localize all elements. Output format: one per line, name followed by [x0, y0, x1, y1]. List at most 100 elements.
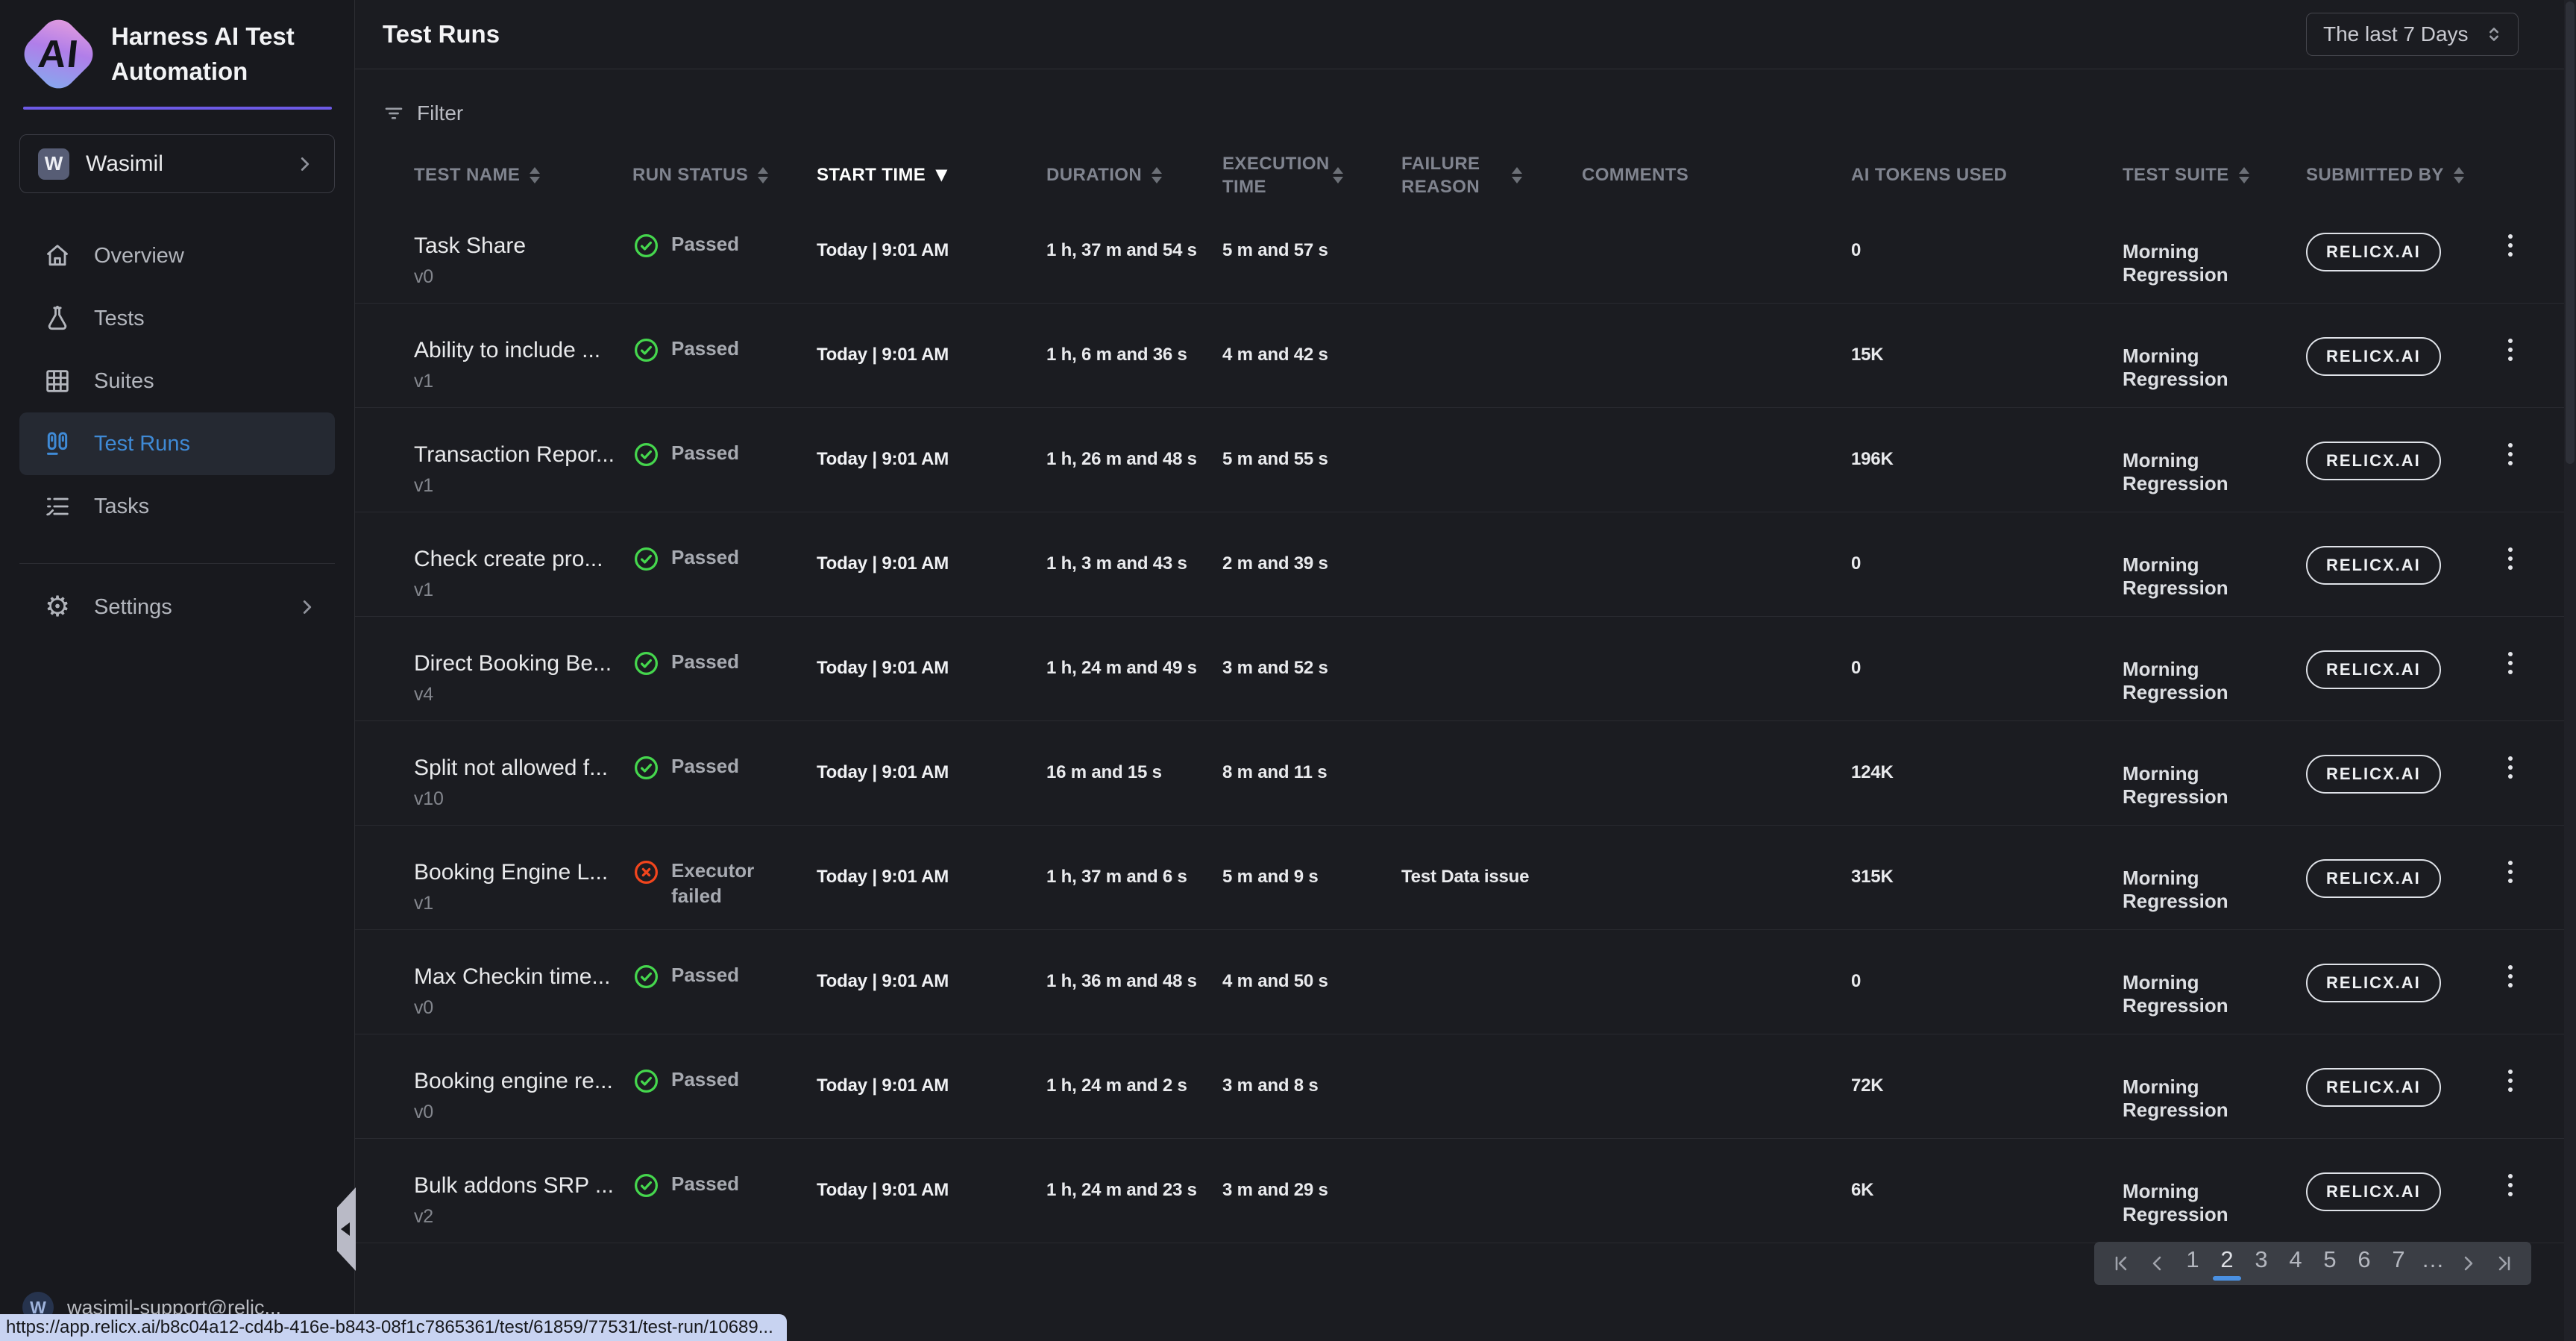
passed-check-icon — [632, 754, 660, 782]
filter-label: Filter — [417, 101, 463, 125]
status-label: Passed — [671, 650, 739, 675]
table-row[interactable]: Bulk addons SRP ... v2 Passed Today | 9:… — [355, 1139, 2576, 1243]
cell-submitted-by: RELICX.AI — [2306, 512, 2484, 616]
cell-test-name[interactable]: Direct Booking Be... v4 — [414, 617, 632, 720]
test-version: v0 — [414, 1102, 632, 1123]
kebab-menu-icon[interactable] — [2501, 652, 2519, 674]
first-page-button[interactable] — [2105, 1242, 2139, 1285]
status-icon — [632, 1067, 660, 1095]
prev-page-button[interactable] — [2140, 1242, 2175, 1285]
table-row[interactable]: Booking Engine L... v1 Executor failed T… — [355, 826, 2576, 930]
cell-test-suite: Morning Regression — [2123, 930, 2306, 1034]
page-number-button[interactable]: 4 — [2279, 1246, 2312, 1281]
column-header[interactable]: SUBMITTED BY ▼ — [2306, 163, 2484, 186]
sidebar-item-tasks[interactable]: Tasks — [19, 475, 335, 538]
cell-test-name[interactable]: Max Checkin time... v0 — [414, 930, 632, 1034]
cell-test-name[interactable]: Ability to include ... v1 — [414, 304, 632, 407]
submitted-by-badge: RELICX.AI — [2306, 1068, 2441, 1107]
cell-test-name[interactable]: Bulk addons SRP ... v2 — [414, 1139, 632, 1243]
column-header[interactable]: TEST SUITE ▼ — [2123, 163, 2306, 186]
workspace-name: Wasimil — [86, 151, 277, 177]
cell-duration: 16 m and 15 s — [1046, 721, 1222, 825]
sidebar-item-tests[interactable]: Tests — [19, 287, 335, 350]
test-name: Bulk addons SRP ... — [414, 1173, 632, 1199]
kebab-menu-icon[interactable] — [2501, 1174, 2519, 1196]
sidebar-item-settings[interactable]: ⚙ Settings — [19, 576, 335, 638]
cell-test-name[interactable]: Split not allowed f... v10 — [414, 721, 632, 825]
table-row[interactable]: Direct Booking Be... v4 Passed Today | 9… — [355, 617, 2576, 721]
page-number-button[interactable]: 2 — [2211, 1246, 2243, 1281]
kebab-menu-icon[interactable] — [2501, 443, 2519, 465]
cell-test-name[interactable]: Transaction Repor... v1 — [414, 408, 632, 512]
last-page-button[interactable] — [2487, 1242, 2521, 1285]
cell-test-name[interactable]: Booking Engine L... v1 — [414, 826, 632, 929]
table-row[interactable]: Check create pro... v1 Passed Today | 9:… — [355, 512, 2576, 617]
scrollbar-thumb[interactable] — [2566, 1, 2575, 464]
cell-actions — [2484, 617, 2576, 720]
filter-icon — [383, 102, 405, 125]
cell-failure-reason — [1401, 617, 1582, 720]
date-range-select[interactable]: The last 7 Days — [2306, 13, 2519, 56]
table-row[interactable]: Max Checkin time... v0 Passed Today | 9:… — [355, 930, 2576, 1034]
cell-comments — [1582, 721, 1851, 825]
table-row[interactable]: Transaction Repor... v1 Passed Today | 9… — [355, 408, 2576, 512]
cell-test-name[interactable]: Task Share v0 — [414, 199, 632, 303]
kebab-menu-icon[interactable] — [2501, 547, 2519, 570]
status-icon — [632, 441, 660, 468]
table-row[interactable]: Booking engine re... v0 Passed Today | 9… — [355, 1034, 2576, 1139]
page-numbers: 1 2 3 4 5 — [2176, 1246, 2449, 1281]
table-row[interactable]: Ability to include ... v1 Passed Today |… — [355, 304, 2576, 408]
row-spacer — [355, 930, 414, 1034]
page-number-button[interactable]: 6 — [2348, 1246, 2381, 1281]
workspace-selector[interactable]: W Wasimil — [19, 134, 335, 193]
sidebar-item-suites[interactable]: Suites — [19, 350, 335, 412]
submitted-by-badge: RELICX.AI — [2306, 964, 2441, 1002]
status-label: Passed — [671, 1172, 739, 1197]
kebab-menu-icon[interactable] — [2501, 234, 2519, 257]
sort-desc-icon: ▼ — [935, 165, 948, 185]
next-page-button[interactable] — [2451, 1242, 2485, 1285]
cell-test-name[interactable]: Check create pro... v1 — [414, 512, 632, 616]
kebab-menu-icon[interactable] — [2501, 861, 2519, 883]
kebab-menu-icon[interactable] — [2501, 1070, 2519, 1092]
column-header[interactable]: EXECUTION TIME ▼ — [1222, 152, 1401, 198]
column-header[interactable]: FAILURE REASON ▼ — [1401, 152, 1582, 198]
chevron-right-icon — [296, 596, 318, 618]
page-number-button[interactable]: … — [2416, 1246, 2449, 1281]
table-row[interactable]: Split not allowed f... v10 Passed Today … — [355, 721, 2576, 826]
column-header[interactable]: START TIME ▼ — [817, 163, 1046, 186]
column-header[interactable]: DURATION ▼ — [1046, 163, 1222, 186]
sidebar-item-label: Tests — [94, 307, 145, 331]
cell-submitted-by: RELICX.AI — [2306, 1034, 2484, 1138]
page-number-button[interactable]: 1 — [2176, 1246, 2209, 1281]
column-label: COMMENTS — [1582, 163, 1688, 186]
cell-duration: 1 h, 24 m and 49 s — [1046, 617, 1222, 720]
cell-actions — [2484, 1139, 2576, 1243]
row-spacer — [355, 304, 414, 407]
cell-run-status: Passed — [632, 512, 817, 616]
column-header[interactable]: RUN STATUS ▼ — [632, 163, 817, 186]
cell-run-status: Passed — [632, 930, 817, 1034]
cell-execution-time: 5 m and 9 s — [1222, 826, 1401, 929]
sidebar-item-test-runs[interactable]: Test Runs — [19, 412, 335, 475]
filter-button[interactable]: Filter — [383, 98, 532, 129]
cell-test-name[interactable]: Booking engine re... v0 — [414, 1034, 632, 1138]
table-row[interactable]: Task Share v0 Passed Today | 9:01 AM 1 h… — [355, 199, 2576, 304]
submitted-by-badge: RELICX.AI — [2306, 233, 2441, 271]
column-header[interactable]: AI TOKENS USED ▼ — [1851, 163, 2123, 186]
page-number-button[interactable]: 5 — [2313, 1246, 2346, 1281]
kebab-menu-icon[interactable] — [2501, 965, 2519, 987]
gear-icon: ⚙ — [42, 591, 73, 623]
page-number-button[interactable]: 7 — [2382, 1246, 2415, 1281]
cell-ai-tokens: 0 — [1851, 512, 2123, 616]
cell-failure-reason — [1401, 408, 1582, 512]
column-label: EXECUTION TIME — [1222, 152, 1323, 198]
page-number-button[interactable]: 3 — [2245, 1246, 2278, 1281]
kebab-menu-icon[interactable] — [2501, 339, 2519, 361]
cell-test-suite: Morning Regression — [2123, 512, 2306, 616]
kebab-menu-icon[interactable] — [2501, 756, 2519, 779]
status-label: Passed — [671, 441, 739, 466]
column-header[interactable]: COMMENTS ▼ — [1582, 163, 1851, 186]
sidebar-item-overview[interactable]: Overview — [19, 224, 335, 287]
column-header[interactable]: TEST NAME ▼ — [414, 163, 632, 186]
